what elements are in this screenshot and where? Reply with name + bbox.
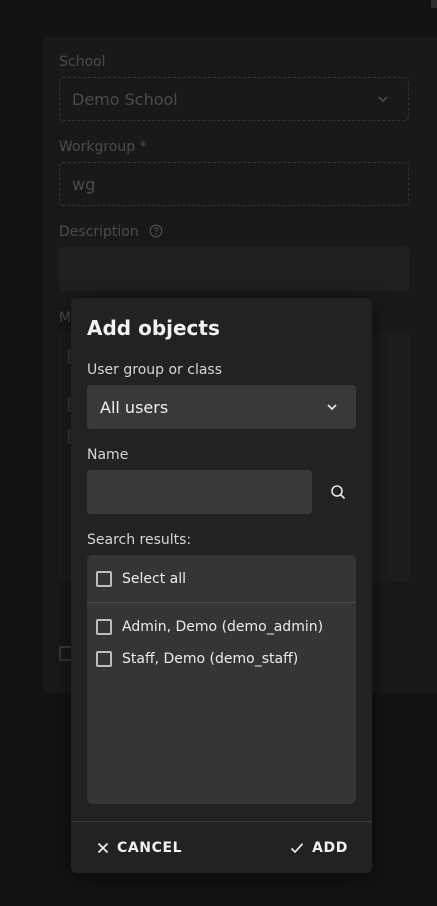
divider — [87, 602, 356, 603]
add-button[interactable]: ADD — [284, 834, 354, 862]
chevron-down-icon — [327, 404, 337, 411]
list-item-label: Staff, Demo (demo_staff) — [122, 651, 299, 667]
name-label: Name — [87, 447, 129, 463]
search-results-list: Select all Admin, Demo (demo_admin) Staf… — [87, 555, 356, 804]
search-results-label: Search results: — [87, 532, 192, 548]
search-button[interactable] — [326, 480, 350, 504]
group-select-value: All users — [100, 397, 169, 417]
footer-divider — [71, 821, 372, 822]
select-all-label: Select all — [122, 571, 186, 587]
search-icon — [331, 485, 345, 499]
dialog-title: Add objects — [87, 316, 220, 340]
list-item[interactable]: Admin, Demo (demo_admin) — [87, 611, 356, 643]
add-objects-dialog: Add objects User group or class All user… — [71, 298, 372, 873]
check-icon — [291, 843, 304, 854]
name-input[interactable] — [87, 470, 312, 514]
cancel-button[interactable]: CANCEL — [91, 834, 188, 862]
group-label: User group or class — [87, 362, 222, 378]
select-all-checkbox[interactable]: Select all — [87, 563, 356, 595]
checkbox[interactable] — [96, 619, 112, 635]
list-item[interactable]: Staff, Demo (demo_staff) — [87, 643, 356, 675]
cancel-button-label: CANCEL — [117, 840, 183, 856]
close-icon — [97, 842, 109, 854]
checkbox[interactable] — [96, 571, 112, 587]
group-select[interactable]: All users — [87, 385, 356, 429]
list-item-label: Admin, Demo (demo_admin) — [122, 619, 324, 635]
add-button-label: ADD — [312, 840, 348, 856]
checkbox[interactable] — [96, 651, 112, 667]
